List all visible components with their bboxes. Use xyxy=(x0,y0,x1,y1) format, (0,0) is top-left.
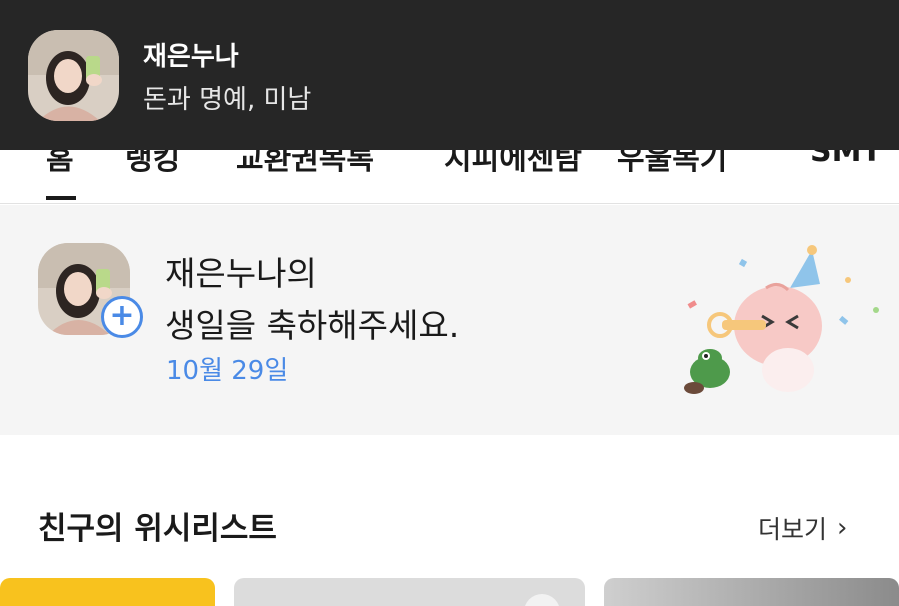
birthday-friend-name: 재은누나의 xyxy=(165,254,317,293)
wishlist-heart-button[interactable] xyxy=(524,594,560,606)
birthday-date: 10월 29일 xyxy=(166,356,289,386)
birthday-card[interactable]: + 재은누나의 생일을 축하해주세요. 10월 29일 xyxy=(0,205,899,435)
plus-icon: + xyxy=(109,297,135,333)
chevron-right-icon: › xyxy=(837,513,848,543)
birthday-message: 생일을 축하해주세요. xyxy=(165,306,460,345)
wishlist-item-card[interactable] xyxy=(0,578,215,606)
sender-avatar xyxy=(28,30,119,121)
wishlist-section-title: 친구의 위시리스트 xyxy=(38,511,277,547)
notification-message: 돈과 명예, 미남 xyxy=(143,85,312,115)
message-notification[interactable]: 재은누나 돈과 명예, 미남 xyxy=(0,0,899,150)
add-gift-button[interactable]: + xyxy=(101,296,143,338)
wishlist-item-card[interactable] xyxy=(604,578,899,606)
notification-sender: 재은누나 xyxy=(143,42,239,72)
more-label: 더보기 xyxy=(758,515,828,544)
birthday-party-illustration xyxy=(670,240,890,400)
active-tab-indicator xyxy=(46,196,76,200)
wishlist-more-button[interactable]: 더보기 › xyxy=(758,510,847,546)
wishlist-item-card[interactable] xyxy=(234,578,585,606)
